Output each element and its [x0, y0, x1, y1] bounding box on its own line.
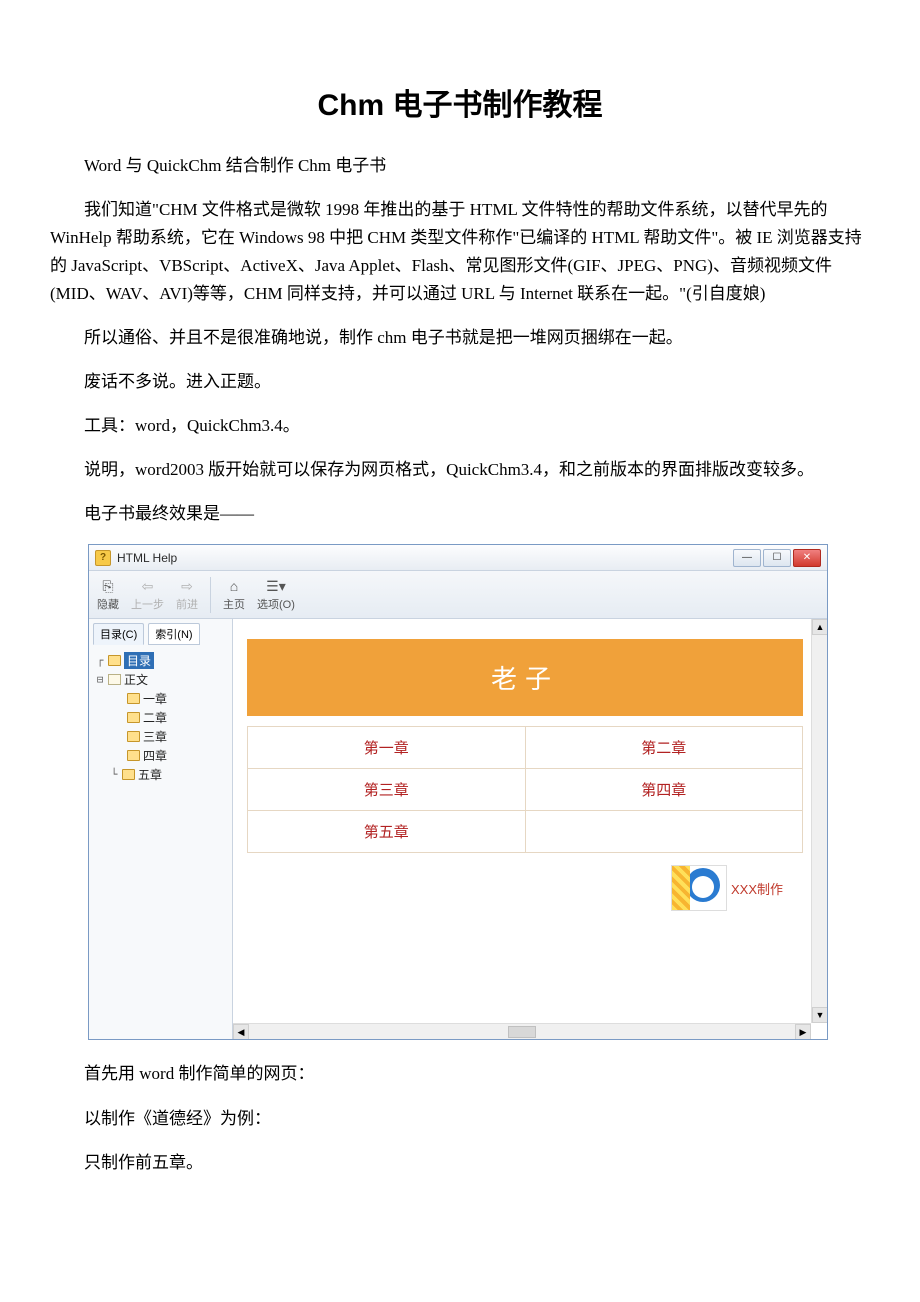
page-icon [108, 655, 121, 666]
paragraph: 所以通俗、并且不是很准确地说，制作 chm 电子书就是把一堆网页捆绑在一起。 [50, 324, 870, 352]
chapter-link[interactable]: 第一章 [247, 727, 525, 768]
toolbar-separator [210, 577, 211, 613]
scroll-thumb[interactable] [508, 1026, 536, 1038]
hide-icon: ⎘ [98, 577, 118, 595]
horizontal-scrollbar[interactable]: ◀ ▶ [233, 1023, 811, 1039]
chapter-grid: 第一章 第二章 第三章 第四章 第五章 . [247, 726, 803, 853]
tree-label: 二章 [143, 709, 167, 726]
tree-label: 正文 [124, 671, 148, 688]
tree-body-item[interactable]: ⊟ 正文 [93, 670, 228, 689]
toolbar-label: 选项(O) [257, 596, 295, 612]
scroll-down-icon[interactable]: ▼ [812, 1007, 827, 1023]
paragraph: 电子书最终效果是—— [50, 500, 870, 528]
credit-text: XXX制作 [731, 879, 783, 898]
window-title: HTML Help [117, 551, 733, 565]
options-icon: ☰▾ [266, 577, 286, 595]
back-button[interactable]: ⇦ 上一步 [131, 577, 164, 612]
paragraph: 废话不多说。进入正题。 [50, 368, 870, 396]
paragraph: 说明，word2003 版开始就可以保存为网页格式，QuickChm3.4，和之… [50, 456, 870, 484]
page-icon [127, 712, 140, 723]
forward-button[interactable]: ⇨ 前进 [176, 577, 198, 612]
help-file-icon: ? [95, 550, 111, 566]
paragraph: 以制作《道德经》为例： [50, 1105, 870, 1133]
tree-line-icon: ┌ [95, 654, 105, 667]
tree-chapter-item[interactable]: └ 五章 [93, 765, 228, 784]
book-icon [108, 674, 121, 685]
chapter-link[interactable]: 第二章 [525, 727, 804, 768]
paragraph: 工具：word，QuickChm3.4。 [50, 412, 870, 440]
close-button[interactable]: ✕ [793, 549, 821, 567]
options-button[interactable]: ☰▾ 选项(O) [257, 577, 295, 612]
chapter-link[interactable]: 第五章 [247, 811, 525, 852]
maximize-button[interactable]: ☐ [763, 549, 791, 567]
page-icon [122, 769, 135, 780]
chapter-link[interactable]: 第四章 [525, 769, 804, 810]
paragraph: 只制作前五章。 [50, 1149, 870, 1177]
tree-chapter-item[interactable]: 三章 [93, 727, 228, 746]
toolbar-label: 上一步 [131, 596, 164, 612]
tree-chapter-item[interactable]: 二章 [93, 708, 228, 727]
subtitle-paragraph: Word 与 QuickChm 结合制作 Chm 电子书 [50, 152, 870, 180]
toolbar-label: 前进 [176, 596, 198, 612]
minimize-button[interactable]: — [733, 549, 761, 567]
page-icon [127, 693, 140, 704]
vertical-scrollbar[interactable]: ▲ ▼ [811, 619, 827, 1023]
tree-label: 三章 [143, 728, 167, 745]
scroll-left-icon[interactable]: ◀ [233, 1024, 249, 1039]
navigation-sidebar: 目录(C) 索引(N) ┌ 目录 ⊟ 正文 [89, 619, 233, 1039]
tab-index[interactable]: 索引(N) [148, 623, 199, 645]
window-titlebar: ? HTML Help — ☐ ✕ [89, 545, 827, 571]
tree-root-item[interactable]: ┌ 目录 [93, 651, 228, 670]
page-icon [127, 750, 140, 761]
content-viewer: 老子 第一章 第二章 第三章 第四章 第五章 . [233, 619, 827, 1039]
home-button[interactable]: ⌂ 主页 [223, 577, 245, 612]
document-body: Chm 电子书制作教程 Word 与 QuickChm 结合制作 Chm 电子书… [50, 80, 870, 1177]
scroll-right-icon[interactable]: ▶ [795, 1024, 811, 1039]
hide-button[interactable]: ⎘ 隐藏 [97, 577, 119, 612]
tab-contents[interactable]: 目录(C) [93, 623, 144, 645]
tree-label: 四章 [143, 747, 167, 764]
tree-label: 一章 [143, 690, 167, 707]
content-hero-title: 老子 [247, 639, 803, 716]
chapter-link[interactable]: 第三章 [247, 769, 525, 810]
chm-help-window: ? HTML Help — ☐ ✕ ⎘ 隐藏 ⇦ 上一步 ⇨ 前进 [88, 544, 828, 1040]
toolbar: ⎘ 隐藏 ⇦ 上一步 ⇨ 前进 ⌂ 主页 ☰▾ 选项(O) [89, 571, 827, 619]
scroll-up-icon[interactable]: ▲ [812, 619, 827, 635]
tree-line-icon: └ [109, 768, 119, 781]
paragraph: 首先用 word 制作简单的网页： [50, 1060, 870, 1088]
toolbar-label: 主页 [223, 596, 245, 612]
arrow-right-icon: ⇨ [177, 577, 197, 595]
page-title: Chm 电子书制作教程 [50, 80, 870, 124]
tree-label: 目录 [124, 652, 154, 669]
doraemon-image [671, 865, 727, 911]
tree-chapter-item[interactable]: 一章 [93, 689, 228, 708]
home-icon: ⌂ [224, 577, 244, 595]
page-icon [127, 731, 140, 742]
tree-label: 五章 [138, 766, 162, 783]
empty-cell: . [525, 811, 804, 852]
tree-chapter-item[interactable]: 四章 [93, 746, 228, 765]
collapse-icon: ⊟ [95, 673, 105, 686]
paragraph: 我们知道"CHM 文件格式是微软 1998 年推出的基于 HTML 文件特性的帮… [50, 196, 870, 308]
toolbar-label: 隐藏 [97, 596, 119, 612]
arrow-left-icon: ⇦ [138, 577, 158, 595]
contents-tree: ┌ 目录 ⊟ 正文 一章 二章 [93, 651, 228, 784]
